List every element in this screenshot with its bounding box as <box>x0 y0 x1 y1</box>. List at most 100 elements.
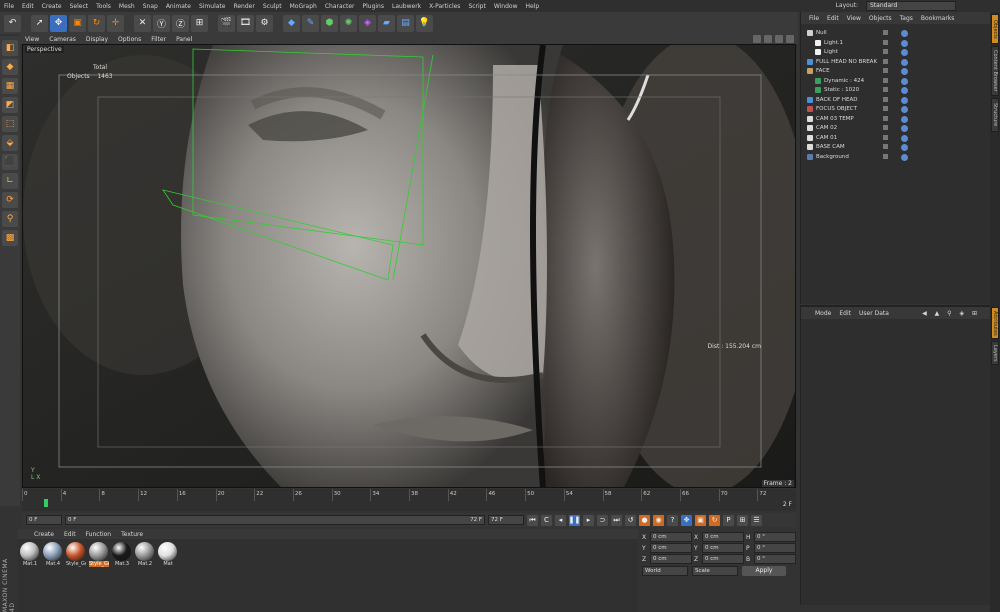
visibility-toggle-icon[interactable] <box>883 87 888 92</box>
object-row[interactable]: Null <box>801 29 990 39</box>
loop-icon[interactable]: ↺ <box>625 514 636 526</box>
light-icon[interactable]: 💡 <box>416 14 433 32</box>
orbit-icon[interactable] <box>775 35 783 43</box>
go-to-end-icon[interactable]: ⏭ <box>611 514 622 526</box>
size-field[interactable]: 0 cm <box>702 532 744 542</box>
object-menu-bookmarks[interactable]: Bookmarks <box>917 15 959 22</box>
autokey-icon[interactable]: ◉ <box>653 514 664 526</box>
workplane-lock-icon[interactable]: ▩ <box>2 230 18 246</box>
rotation-field[interactable]: 0 ° <box>754 554 796 564</box>
size-field[interactable]: 0 cm <box>702 543 744 553</box>
array-icon[interactable]: ✺ <box>340 14 357 32</box>
tweak-mode-icon[interactable]: ⟳ <box>2 192 18 208</box>
object-row[interactable]: Light <box>801 48 990 58</box>
object-tag-icon[interactable] <box>901 77 908 85</box>
floor-icon[interactable]: ▰ <box>378 14 395 32</box>
preview-range-slider[interactable]: 0 F 72 F <box>65 515 485 525</box>
points-mode-icon[interactable]: ⬚ <box>2 116 18 132</box>
end-frame-field[interactable]: 72 F <box>488 515 524 525</box>
menu-window[interactable]: Window <box>490 3 522 10</box>
attribute-nav-icons[interactable]: ◀ ▲ ⚲ ◈ ⊞ <box>918 310 984 317</box>
x-axis-icon[interactable]: ✕ <box>134 14 151 32</box>
texture-mode-icon[interactable]: ▦ <box>2 78 18 94</box>
object-menu-tags[interactable]: Tags <box>896 15 917 22</box>
material-menu-function[interactable]: Function <box>82 531 116 538</box>
menu-plugins[interactable]: Plugins <box>358 3 388 10</box>
menu-tools[interactable]: Tools <box>92 3 115 10</box>
viewport-menu-view[interactable]: View <box>20 36 44 43</box>
rotation-field[interactable]: 0 ° <box>754 543 796 553</box>
visibility-toggle-icon[interactable] <box>883 39 888 45</box>
material-swatch[interactable]: Mat.4 <box>43 542 63 567</box>
recent-tools-icon[interactable]: ✛ <box>107 14 124 32</box>
position-field[interactable]: 0 cm <box>650 554 692 564</box>
object-row[interactable]: BACK OF HEAD <box>801 96 990 106</box>
attribute-menu-mode[interactable]: Mode <box>811 310 835 317</box>
tab-objects[interactable]: Objects <box>991 14 999 44</box>
visibility-toggle-icon[interactable] <box>883 134 888 140</box>
viewport-menu-panel[interactable]: Panel <box>171 36 197 43</box>
object-tag-icon[interactable] <box>901 125 908 132</box>
axis-mode-icon[interactable]: ∟ <box>2 173 18 189</box>
layout-select[interactable]: Standard <box>866 1 956 11</box>
material-swatch[interactable]: Mat.3 <box>112 542 132 567</box>
zoom-icon[interactable] <box>764 35 772 43</box>
pla-key-icon[interactable]: ⊞ <box>737 514 748 526</box>
tab-attributes[interactable]: Attributes <box>991 307 999 339</box>
menu-animate[interactable]: Animate <box>162 3 195 10</box>
position-key-icon[interactable]: ✥ <box>681 514 692 526</box>
viewport-menu-cameras[interactable]: Cameras <box>44 36 81 43</box>
menu-laubwerk[interactable]: Laubwerk <box>388 3 425 10</box>
visibility-toggle-icon[interactable] <box>883 106 888 111</box>
next-key-icon[interactable]: ⊃ <box>597 514 608 526</box>
position-field[interactable]: 0 cm <box>650 532 692 542</box>
object-menu-file[interactable]: File <box>805 15 823 22</box>
visibility-toggle-icon[interactable] <box>883 68 888 73</box>
object-tag-icon[interactable] <box>901 68 908 75</box>
object-tag-icon[interactable] <box>901 134 908 142</box>
pan-icon[interactable] <box>753 35 761 43</box>
record-icon[interactable]: ● <box>639 514 650 526</box>
object-tag-icon[interactable] <box>901 144 908 151</box>
object-row[interactable]: Static : 1020 <box>801 86 990 96</box>
attribute-menu-user-data[interactable]: User Data <box>855 310 893 317</box>
material-swatch[interactable]: Mat <box>158 542 178 567</box>
polygons-mode-icon[interactable]: ⬛ <box>2 154 18 170</box>
position-field[interactable]: 0 cm <box>650 543 692 553</box>
rotation-field[interactable]: 0 ° <box>754 532 796 542</box>
object-tag-icon[interactable] <box>901 30 908 37</box>
perspective-viewport[interactable]: Perspective Total Objects 1463 Dist : 15… <box>22 44 796 488</box>
visibility-toggle-icon[interactable] <box>883 144 888 149</box>
scale-icon[interactable]: ▣ <box>69 14 86 32</box>
object-row[interactable]: Background <box>801 153 990 163</box>
object-tag-icon[interactable] <box>901 96 908 104</box>
object-row[interactable]: Dynamic : 424 <box>801 77 990 87</box>
menu-mograph[interactable]: MoGraph <box>286 3 321 10</box>
object-tag-icon[interactable] <box>901 87 908 94</box>
material-menu-edit[interactable]: Edit <box>60 531 80 538</box>
y-axis-icon[interactable]: Ⓨ <box>153 14 170 32</box>
scale-key-icon[interactable]: ▣ <box>695 514 706 526</box>
menu-snap[interactable]: Snap <box>139 3 162 10</box>
coord-size-select[interactable]: Scale <box>692 566 738 576</box>
material-swatch[interactable]: Mat.1 <box>20 542 40 567</box>
menu-file[interactable]: File <box>0 3 18 10</box>
undo-icon[interactable]: ↶ <box>4 14 21 32</box>
cube-icon[interactable]: ◆ <box>283 14 300 32</box>
menu-character[interactable]: Character <box>321 3 359 10</box>
menu-x-particles[interactable]: X-Particles <box>425 3 464 10</box>
visibility-toggle-icon[interactable] <box>883 125 888 130</box>
visibility-toggle-icon[interactable] <box>883 58 888 64</box>
object-tag-icon[interactable] <box>901 153 908 161</box>
deformer-icon[interactable]: ◈ <box>359 14 376 32</box>
visibility-toggle-icon[interactable] <box>883 30 888 35</box>
material-swatch[interactable]: Style_Ge <box>89 542 109 567</box>
viewport-menu-options[interactable]: Options <box>113 36 146 43</box>
menu-script[interactable]: Script <box>464 3 489 10</box>
coordinate-system-icon[interactable]: ⊞ <box>191 14 208 32</box>
object-menu-view[interactable]: View <box>843 15 865 22</box>
object-row[interactable]: FACE <box>801 67 990 77</box>
subdivision-icon[interactable]: ⬢ <box>321 14 338 32</box>
object-row[interactable]: FULL HEAD NO BREAK <box>801 58 990 68</box>
object-menu-edit[interactable]: Edit <box>823 15 843 22</box>
